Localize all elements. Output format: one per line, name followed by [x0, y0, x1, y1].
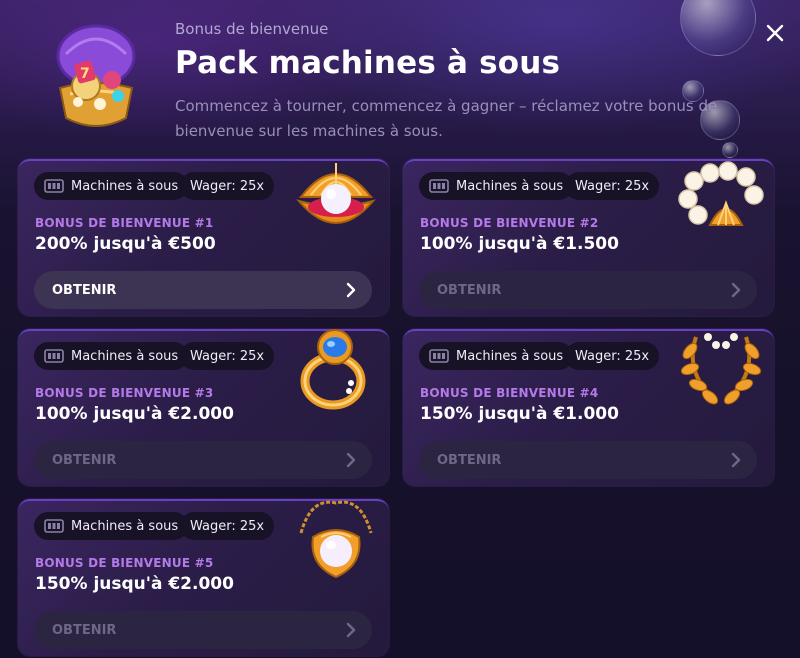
wager-badge: Wager: 25x [180, 342, 275, 370]
laurel-wreath-icon [680, 333, 762, 405]
claim-button[interactable]: OBTENIR [419, 271, 757, 309]
bonus-amount: 150% jusqu'à €2.000 [35, 574, 234, 594]
bonus-card-3: Machines à sous Wager: 25x BONUS DE BIENVE… [18, 329, 389, 486]
wager-badge: Wager: 25x [565, 342, 660, 370]
bonus-amount: 200% jusqu'à €500 [35, 234, 216, 254]
bonus-card-1: Machines à sous Wager: 25x BONUS DE BIENVE… [18, 159, 389, 316]
claim-button-label: OBTENIR [437, 282, 502, 298]
claim-button-label: OBTENIR [52, 452, 117, 468]
claim-button[interactable]: OBTENIR [34, 611, 372, 649]
svg-text:7: 7 [80, 66, 90, 82]
bonus-card-5: Machines à sous Wager: 25x BONUS DE BIENVE… [18, 499, 389, 656]
category-badge: Machines à sous [34, 172, 189, 200]
chevron-right-icon [731, 452, 741, 468]
bonus-label: BONUS DE BIENVENUE #5 [35, 556, 214, 570]
treasure-chest-icon: 7 [56, 24, 136, 127]
wager-badge: Wager: 25x [565, 172, 660, 200]
close-icon[interactable] [760, 18, 790, 48]
pearl-shell-icon [296, 163, 376, 224]
claim-button-label: OBTENIR [52, 282, 117, 298]
modal-subtitle: Bonus de bienvenue [175, 20, 329, 38]
category-badge: Machines à sous [419, 342, 574, 370]
chevron-right-icon [346, 282, 356, 298]
claim-button[interactable]: OBTENIR [34, 441, 372, 479]
slot-machine-icon [44, 519, 64, 533]
wager-badge: Wager: 25x [180, 172, 275, 200]
modal-title: Pack machines à sous [175, 45, 561, 81]
category-label: Machines à sous [71, 518, 179, 534]
pearl-bracelet-icon [678, 161, 764, 226]
bonus-label: BONUS DE BIENVENUE #2 [420, 216, 599, 230]
bonus-label: BONUS DE BIENVENUE #1 [35, 216, 214, 230]
category-badge: Machines à sous [34, 342, 189, 370]
category-label: Machines à sous [456, 348, 564, 364]
slot-machine-icon [44, 349, 64, 363]
pearl-pendant-icon [299, 500, 373, 579]
category-label: Machines à sous [71, 178, 179, 194]
bonus-amount: 150% jusqu'à €1.000 [420, 404, 619, 424]
chevron-right-icon [346, 622, 356, 638]
chevron-right-icon [731, 282, 741, 298]
bonus-amount: 100% jusqu'à €2.000 [35, 404, 234, 424]
bonus-card-4: Machines à sous Wager: 25x BONUS DE BIENVE… [403, 329, 774, 486]
category-label: Machines à sous [456, 178, 564, 194]
claim-button[interactable]: OBTENIR [34, 271, 372, 309]
category-badge: Machines à sous [34, 512, 189, 540]
slot-machine-icon [44, 179, 64, 193]
bonus-label: BONUS DE BIENVENUE #4 [420, 386, 599, 400]
claim-button-label: OBTENIR [52, 622, 117, 638]
bonus-label: BONUS DE BIENVENUE #3 [35, 386, 214, 400]
bonus-card-2: Machines à sous Wager: 25x BONUS DE BIENVE… [403, 159, 774, 316]
chevron-right-icon [346, 452, 356, 468]
category-badge: Machines à sous [419, 172, 574, 200]
category-label: Machines à sous [71, 348, 179, 364]
claim-button[interactable]: OBTENIR [419, 441, 757, 479]
modal-description: Commencez à tourner, commencez à gagner … [175, 97, 718, 140]
slot-machine-icon [429, 349, 449, 363]
sapphire-ring-icon [300, 329, 366, 410]
bonus-amount: 100% jusqu'à €1.500 [420, 234, 619, 254]
slot-machine-icon [429, 179, 449, 193]
claim-button-label: OBTENIR [437, 452, 502, 468]
wager-badge: Wager: 25x [180, 512, 275, 540]
